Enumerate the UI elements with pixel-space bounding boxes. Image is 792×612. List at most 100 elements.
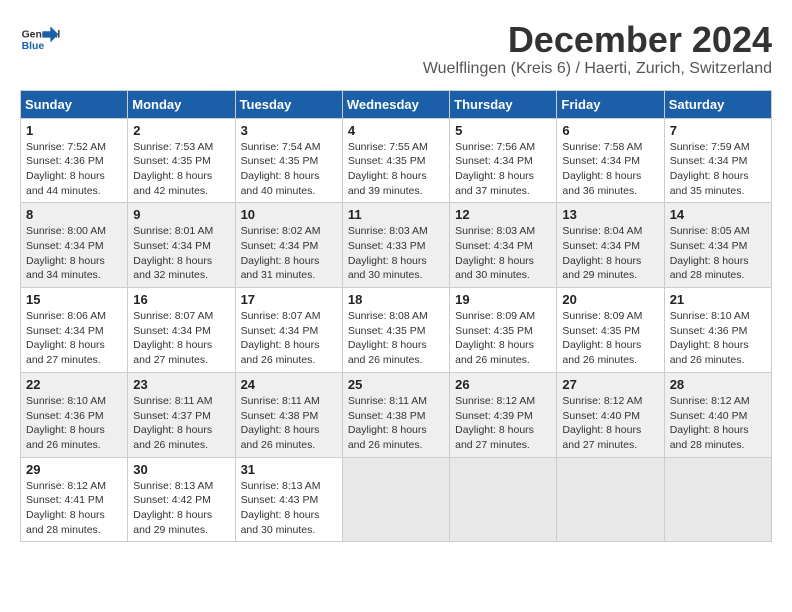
day-number: 14 xyxy=(670,207,766,222)
day-number: 27 xyxy=(562,377,658,392)
svg-text:Blue: Blue xyxy=(22,41,45,52)
day-info: Sunrise: 7:55 AMSunset: 4:35 PMDaylight:… xyxy=(348,140,444,199)
day-info: Sunrise: 7:52 AMSunset: 4:36 PMDaylight:… xyxy=(26,140,122,199)
day-cell-16: 16 Sunrise: 8:07 AMSunset: 4:34 PMDayligh… xyxy=(128,288,235,373)
day-number: 15 xyxy=(26,292,122,307)
month-title: December 2024 xyxy=(423,20,772,60)
day-number: 21 xyxy=(670,292,766,307)
day-number: 6 xyxy=(562,123,658,138)
week-row-2: 8 Sunrise: 8:00 AMSunset: 4:34 PMDaylight… xyxy=(21,203,772,288)
day-info: Sunrise: 8:01 AMSunset: 4:34 PMDaylight:… xyxy=(133,224,229,283)
day-number: 7 xyxy=(670,123,766,138)
empty-cell xyxy=(557,457,664,542)
day-info: Sunrise: 8:02 AMSunset: 4:34 PMDaylight:… xyxy=(241,224,337,283)
day-cell-14: 14Sunrise: 8:05 AMSunset: 4:34 PMDayligh… xyxy=(664,203,771,288)
day-cell-13: 13Sunrise: 8:04 AMSunset: 4:34 PMDayligh… xyxy=(557,203,664,288)
day-cell-22: 22 Sunrise: 8:10 AMSunset: 4:36 PMDayligh… xyxy=(21,372,128,457)
day-number: 28 xyxy=(670,377,766,392)
day-cell-5: 5 Sunrise: 7:56 AMSunset: 4:34 PMDaylight… xyxy=(450,118,557,203)
day-number: 19 xyxy=(455,292,551,307)
week-row-5: 29Sunrise: 8:12 AMSunset: 4:41 PMDayligh… xyxy=(21,457,772,542)
empty-cell xyxy=(664,457,771,542)
day-info: Sunrise: 8:12 AMSunset: 4:40 PMDaylight:… xyxy=(562,394,658,453)
day-info: Sunrise: 8:10 AMSunset: 4:36 PMDaylight:… xyxy=(670,309,766,368)
day-info: Sunrise: 8:10 AMSunset: 4:36 PMDaylight:… xyxy=(26,394,122,453)
day-info: Sunrise: 8:12 AMSunset: 4:41 PMDaylight:… xyxy=(26,479,122,538)
week-row-1: 1 Sunrise: 7:52 AMSunset: 4:36 PMDaylight… xyxy=(21,118,772,203)
day-cell-30: 30Sunrise: 8:13 AMSunset: 4:42 PMDayligh… xyxy=(128,457,235,542)
day-info: Sunrise: 8:08 AMSunset: 4:35 PMDaylight:… xyxy=(348,309,444,368)
day-number: 18 xyxy=(348,292,444,307)
page-container: General Blue December 2024 Wuelflingen (… xyxy=(20,20,772,542)
day-number: 26 xyxy=(455,377,551,392)
day-info: Sunrise: 8:11 AMSunset: 4:38 PMDaylight:… xyxy=(241,394,337,453)
title-block: December 2024 Wuelflingen (Kreis 6) / Ha… xyxy=(423,20,772,86)
day-number: 1 xyxy=(26,123,122,138)
day-info: Sunrise: 8:00 AMSunset: 4:34 PMDaylight:… xyxy=(26,224,122,283)
calendar-table: SundayMondayTuesdayWednesdayThursdayFrid… xyxy=(20,90,772,543)
day-cell-18: 18 Sunrise: 8:08 AMSunset: 4:35 PMDayligh… xyxy=(342,288,449,373)
day-cell-23: 23Sunrise: 8:11 AMSunset: 4:37 PMDayligh… xyxy=(128,372,235,457)
day-number: 4 xyxy=(348,123,444,138)
day-cell-20: 20 Sunrise: 8:09 AMSunset: 4:35 PMDayligh… xyxy=(557,288,664,373)
day-cell-26: 26 Sunrise: 8:12 AMSunset: 4:39 PMDayligh… xyxy=(450,372,557,457)
day-number: 3 xyxy=(241,123,337,138)
empty-cell xyxy=(450,457,557,542)
week-row-4: 22 Sunrise: 8:10 AMSunset: 4:36 PMDayligh… xyxy=(21,372,772,457)
day-info: Sunrise: 8:11 AMSunset: 4:38 PMDaylight:… xyxy=(348,394,444,453)
day-cell-27: 27 Sunrise: 8:12 AMSunset: 4:40 PMDayligh… xyxy=(557,372,664,457)
col-header-sunday: Sunday xyxy=(21,90,128,118)
day-number: 12 xyxy=(455,207,551,222)
day-info: Sunrise: 7:58 AMSunset: 4:34 PMDaylight:… xyxy=(562,140,658,199)
day-number: 10 xyxy=(241,207,337,222)
col-header-tuesday: Tuesday xyxy=(235,90,342,118)
col-header-saturday: Saturday xyxy=(664,90,771,118)
day-number: 20 xyxy=(562,292,658,307)
day-info: Sunrise: 8:03 AMSunset: 4:33 PMDaylight:… xyxy=(348,224,444,283)
day-cell-8: 8 Sunrise: 8:00 AMSunset: 4:34 PMDaylight… xyxy=(21,203,128,288)
day-cell-31: 31 Sunrise: 8:13 AMSunset: 4:43 PMDayligh… xyxy=(235,457,342,542)
day-info: Sunrise: 8:12 AMSunset: 4:39 PMDaylight:… xyxy=(455,394,551,453)
day-cell-11: 11 Sunrise: 8:03 AMSunset: 4:33 PMDayligh… xyxy=(342,203,449,288)
day-cell-12: 12 Sunrise: 8:03 AMSunset: 4:34 PMDayligh… xyxy=(450,203,557,288)
col-header-wednesday: Wednesday xyxy=(342,90,449,118)
col-header-monday: Monday xyxy=(128,90,235,118)
header: General Blue December 2024 Wuelflingen (… xyxy=(20,20,772,86)
day-number: 8 xyxy=(26,207,122,222)
day-number: 24 xyxy=(241,377,337,392)
day-info: Sunrise: 8:07 AMSunset: 4:34 PMDaylight:… xyxy=(133,309,229,368)
day-number: 30 xyxy=(133,462,229,477)
day-info: Sunrise: 8:07 AMSunset: 4:34 PMDaylight:… xyxy=(241,309,337,368)
logo: General Blue xyxy=(20,20,64,60)
day-number: 16 xyxy=(133,292,229,307)
day-number: 11 xyxy=(348,207,444,222)
empty-cell xyxy=(342,457,449,542)
day-number: 13 xyxy=(562,207,658,222)
day-info: Sunrise: 7:53 AMSunset: 4:35 PMDaylight:… xyxy=(133,140,229,199)
day-info: Sunrise: 8:03 AMSunset: 4:34 PMDaylight:… xyxy=(455,224,551,283)
day-number: 2 xyxy=(133,123,229,138)
day-cell-17: 17Sunrise: 8:07 AMSunset: 4:34 PMDayligh… xyxy=(235,288,342,373)
day-cell-24: 24 Sunrise: 8:11 AMSunset: 4:38 PMDayligh… xyxy=(235,372,342,457)
day-cell-21: 21 Sunrise: 8:10 AMSunset: 4:36 PMDayligh… xyxy=(664,288,771,373)
day-cell-6: 6 Sunrise: 7:58 AMSunset: 4:34 PMDaylight… xyxy=(557,118,664,203)
day-info: Sunrise: 8:11 AMSunset: 4:37 PMDaylight:… xyxy=(133,394,229,453)
day-cell-1: 1 Sunrise: 7:52 AMSunset: 4:36 PMDaylight… xyxy=(21,118,128,203)
day-info: Sunrise: 7:56 AMSunset: 4:34 PMDaylight:… xyxy=(455,140,551,199)
day-info: Sunrise: 7:59 AMSunset: 4:34 PMDaylight:… xyxy=(670,140,766,199)
day-info: Sunrise: 8:06 AMSunset: 4:34 PMDaylight:… xyxy=(26,309,122,368)
col-header-friday: Friday xyxy=(557,90,664,118)
day-cell-15: 15 Sunrise: 8:06 AMSunset: 4:34 PMDayligh… xyxy=(21,288,128,373)
day-info: Sunrise: 8:13 AMSunset: 4:43 PMDaylight:… xyxy=(241,479,337,538)
day-info: Sunrise: 7:54 AMSunset: 4:35 PMDaylight:… xyxy=(241,140,337,199)
day-info: Sunrise: 8:09 AMSunset: 4:35 PMDaylight:… xyxy=(562,309,658,368)
day-cell-7: 7 Sunrise: 7:59 AMSunset: 4:34 PMDaylight… xyxy=(664,118,771,203)
day-number: 22 xyxy=(26,377,122,392)
week-row-3: 15 Sunrise: 8:06 AMSunset: 4:34 PMDayligh… xyxy=(21,288,772,373)
day-cell-28: 28Sunrise: 8:12 AMSunset: 4:40 PMDayligh… xyxy=(664,372,771,457)
day-number: 5 xyxy=(455,123,551,138)
day-cell-19: 19 Sunrise: 8:09 AMSunset: 4:35 PMDayligh… xyxy=(450,288,557,373)
day-number: 31 xyxy=(241,462,337,477)
col-header-thursday: Thursday xyxy=(450,90,557,118)
day-info: Sunrise: 8:09 AMSunset: 4:35 PMDaylight:… xyxy=(455,309,551,368)
